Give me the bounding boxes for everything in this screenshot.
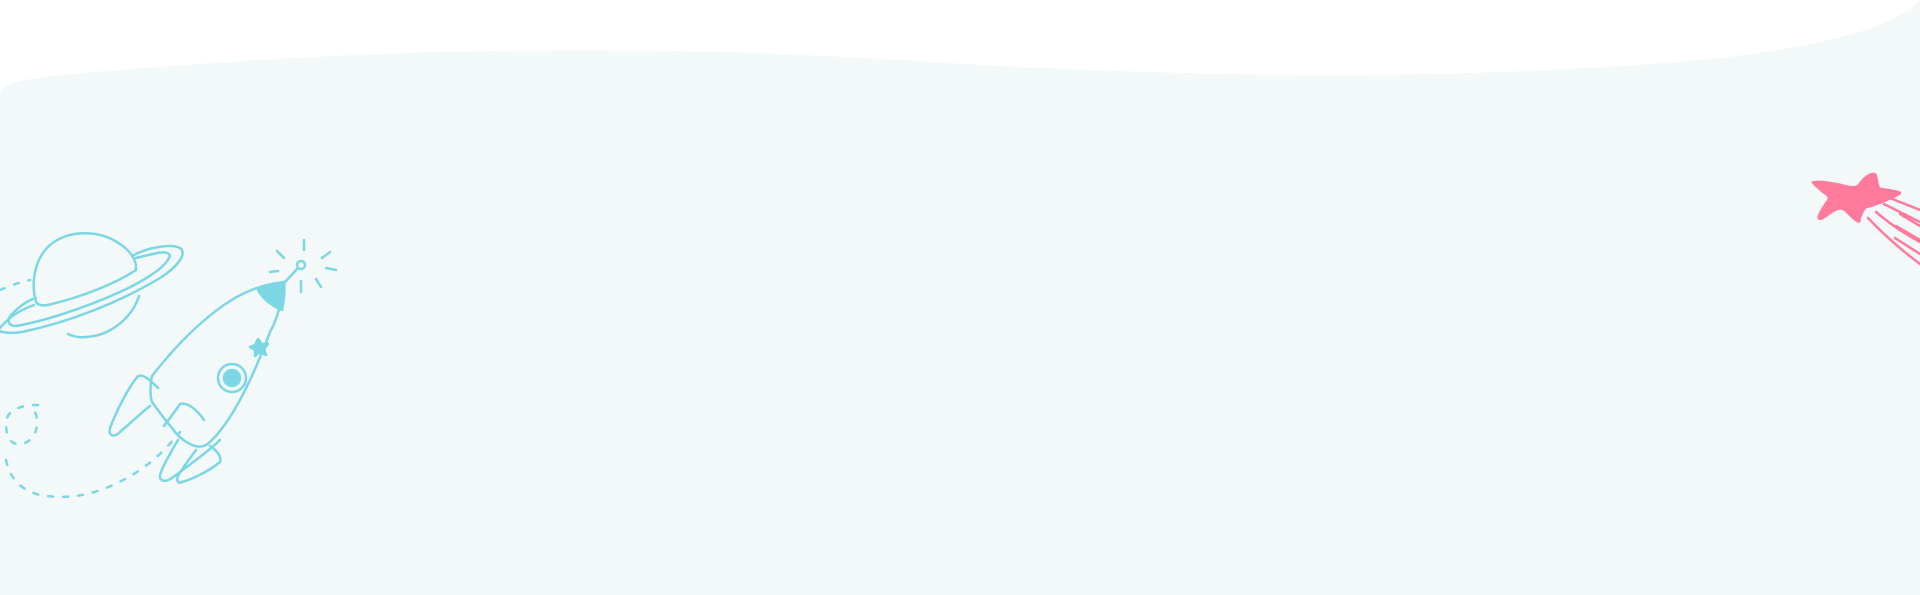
- wave-background: [0, 0, 1920, 595]
- space-illustration: [0, 0, 1920, 595]
- hero-banner: [0, 0, 1920, 595]
